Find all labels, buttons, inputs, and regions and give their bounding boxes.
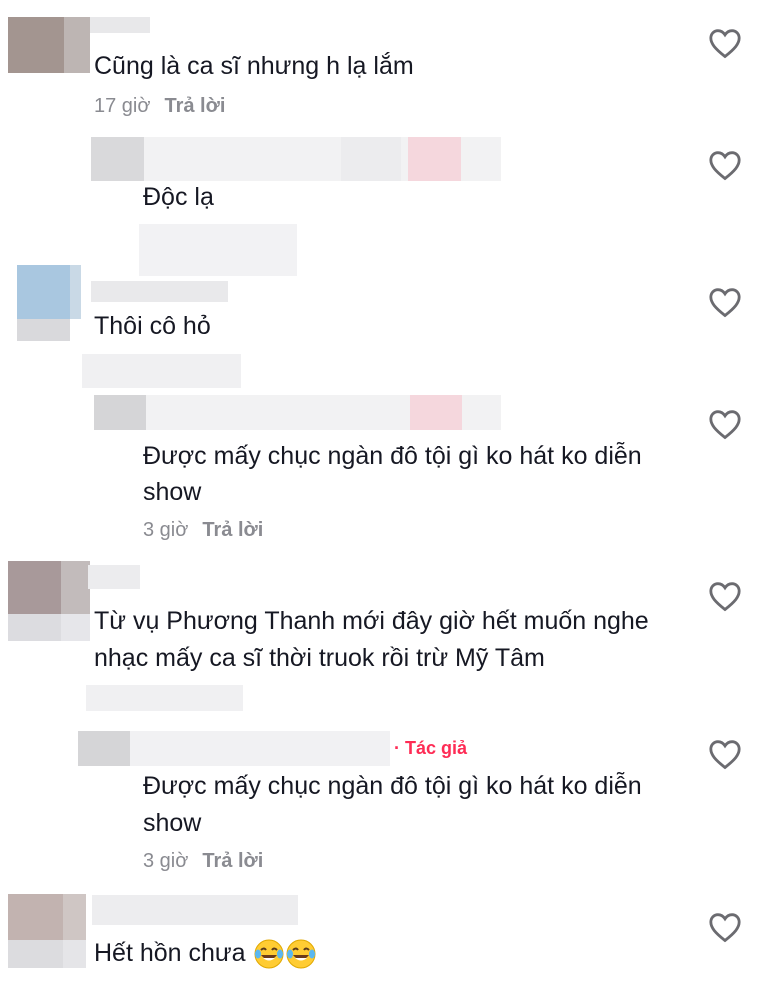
username-blurred[interactable] bbox=[90, 17, 150, 33]
comment-text-line2: nhạc mấy ca sĩ thời truok rồi trừ Mỹ Tâm bbox=[94, 644, 545, 672]
heart-outline-icon[interactable] bbox=[708, 911, 742, 943]
username-blurred[interactable] bbox=[92, 895, 298, 925]
heart-outline-icon[interactable] bbox=[708, 738, 742, 770]
comment-text: Độc lạ bbox=[143, 183, 214, 211]
comment-meta: 17 giờ Trả lời bbox=[94, 95, 225, 118]
heart-outline-icon[interactable] bbox=[708, 580, 742, 612]
avatar[interactable] bbox=[8, 561, 90, 641]
comment-text-line1: Được mấy chục ngàn đô tội gì ko hát ko d… bbox=[143, 772, 642, 800]
comment-text: Hết hồn chưa bbox=[94, 935, 317, 971]
face-with-tears-of-joy-icon bbox=[286, 939, 316, 969]
username-blurred[interactable] bbox=[91, 281, 228, 302]
comment-time: 17 giờ bbox=[94, 95, 151, 117]
comment-text-content: Hết hồn chưa bbox=[94, 939, 246, 967]
username-blurred[interactable] bbox=[78, 731, 390, 766]
comment-text-line2: show bbox=[143, 478, 202, 506]
username-blurred[interactable] bbox=[88, 565, 140, 589]
author-badge: · Tác giả bbox=[394, 738, 468, 758]
heart-outline-icon[interactable] bbox=[708, 408, 742, 440]
heart-outline-icon[interactable] bbox=[708, 286, 742, 318]
comment-meta: 3 giờ Trả lời bbox=[143, 850, 263, 873]
avatar[interactable] bbox=[17, 265, 81, 341]
comment-time: 3 giờ bbox=[143, 850, 189, 872]
reply-meta-blurred bbox=[82, 354, 241, 388]
comment-time: 3 giờ bbox=[143, 519, 189, 541]
reply-meta-blurred bbox=[139, 224, 297, 276]
face-with-tears-of-joy-icon bbox=[254, 939, 284, 969]
reply-button[interactable]: Trả lời bbox=[202, 850, 263, 872]
reply-button[interactable]: Trả lời bbox=[202, 519, 263, 541]
comment-text-line1: Được mấy chục ngàn đô tội gì ko hát ko d… bbox=[143, 442, 642, 470]
comment-text: Thôi cô hỏ bbox=[94, 312, 211, 340]
comment-meta: 3 giờ Trả lời bbox=[143, 519, 263, 542]
username-blurred[interactable] bbox=[91, 137, 501, 181]
reply-button[interactable]: Trả lời bbox=[164, 95, 225, 117]
avatar[interactable] bbox=[8, 17, 90, 73]
heart-outline-icon[interactable] bbox=[708, 149, 742, 181]
comment-text-line2: show bbox=[143, 809, 202, 837]
reply-meta-blurred bbox=[86, 685, 243, 711]
heart-outline-icon[interactable] bbox=[708, 27, 742, 59]
comment-text-line1: Từ vụ Phương Thanh mới đây giờ hết muốn … bbox=[94, 607, 649, 635]
avatar[interactable] bbox=[8, 894, 86, 968]
comment-text: Cũng là ca sĩ nhưng h lạ lắm bbox=[94, 52, 414, 80]
username-blurred[interactable] bbox=[94, 395, 501, 430]
